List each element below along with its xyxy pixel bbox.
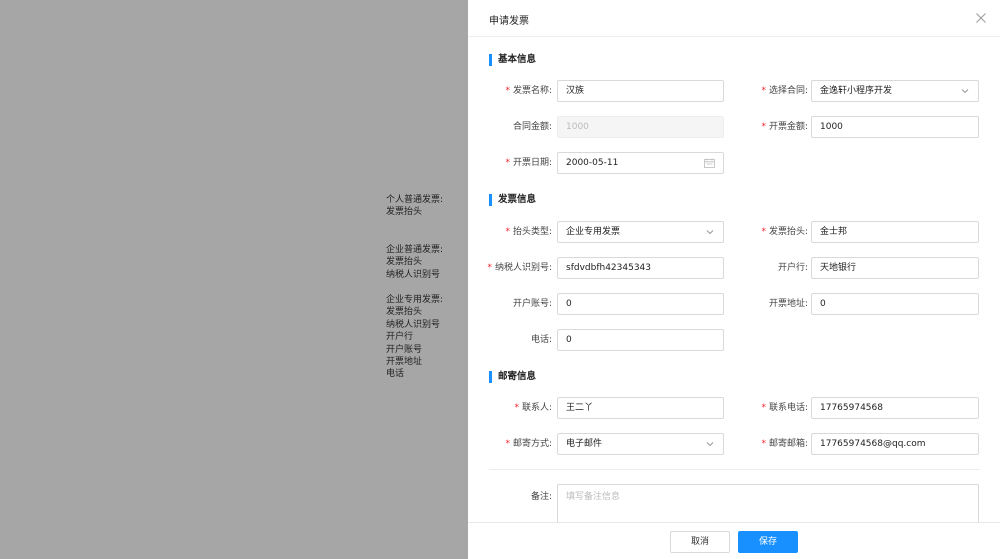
invoice-amount-input[interactable]: 1000 — [811, 116, 979, 138]
hint-line: 开户行 — [386, 332, 414, 343]
label-text: 选择合同: — [768, 86, 808, 96]
phone-label: 电话: — [530, 335, 552, 345]
close-button[interactable] — [974, 11, 988, 25]
required-mark: * — [505, 227, 510, 237]
contact-input[interactable]: 王二丫 — [557, 397, 724, 419]
save-button[interactable]: 保存 — [738, 531, 798, 553]
header-type-select[interactable]: 企业专用发票 — [557, 221, 724, 243]
chevron-down-icon — [960, 81, 970, 101]
hint-line: 电话 — [386, 369, 405, 380]
contact-phone-input[interactable]: 17765974568 — [811, 397, 979, 419]
required-mark: * — [761, 86, 766, 96]
hint-line: 企业专用发票: — [386, 295, 444, 305]
required-mark: * — [514, 403, 519, 413]
invoice-header-input[interactable]: 金士邦 — [811, 221, 979, 243]
mail-method-select[interactable]: 电子邮件 — [557, 433, 724, 455]
required-mark: * — [761, 227, 766, 237]
label-text: 开票日期: — [512, 158, 552, 168]
hint-line: 开户账号 — [386, 344, 423, 355]
drawer-header: 申请发票 — [468, 0, 1000, 37]
required-mark: * — [505, 158, 510, 168]
invoice-address-label: 开票地址: — [768, 299, 808, 309]
apply-invoice-drawer: 申请发票 基本信息 * 发票名称: 汉族 * 选择合同: 金逸轩小程序开发 合同金额… — [468, 0, 1000, 559]
mail-email-input[interactable]: 17765974568@qq.com — [811, 433, 979, 455]
hint-line: 发票抬头 — [386, 257, 423, 268]
required-mark: * — [761, 403, 766, 413]
tax-id-label: * 纳税人识别号: — [468, 257, 552, 279]
invoice-address-input[interactable]: 0 — [811, 293, 979, 315]
remark-textarea[interactable]: 填写备注信息 — [557, 484, 979, 524]
drawer-footer: 取消 保存 — [468, 522, 1000, 559]
mail-method-value: 电子邮件 — [566, 439, 603, 449]
label-text: 纳税人识别号: — [494, 263, 552, 273]
hint-line: 企业普通发票: — [386, 245, 444, 255]
contract-select[interactable]: 金逸轩小程序开发 — [811, 80, 979, 102]
hint-company-normal-invoice: 企业普通发票: 发票抬头 纳税人识别号 — [386, 244, 443, 281]
mail-email-label: * 邮寄邮箱: — [725, 433, 808, 455]
hint-line: 纳税人识别号 — [386, 319, 441, 330]
invoice-date-label: * 开票日期: — [468, 152, 552, 174]
label-text: 联系电话: — [768, 403, 808, 413]
invoice-header-label: * 发票抬头: — [725, 221, 808, 243]
contact-label: * 联系人: — [468, 397, 552, 419]
invoice-name-input[interactable]: 汉族 — [557, 80, 724, 102]
required-mark: * — [761, 122, 766, 132]
account-input[interactable]: 0 — [557, 293, 724, 315]
account-label: 开户账号: — [512, 299, 552, 309]
contract-label: * 选择合同: — [725, 80, 808, 102]
label-text: 发票名称: — [512, 86, 552, 96]
tax-id-input[interactable]: sfdvdbfh42345343 — [557, 257, 724, 279]
bank-label: 开户行: — [777, 263, 808, 273]
contract-amount-label: 合同金额: — [512, 122, 552, 132]
invoice-amount-label: * 开票金额: — [725, 116, 808, 138]
chevron-down-icon — [705, 222, 715, 242]
section-title-invoice: 发票信息 — [489, 194, 536, 206]
hint-personal-invoice: 个人普通发票: 发票抬头 — [386, 194, 443, 219]
chevron-down-icon — [705, 434, 715, 454]
label-text: 发票抬头: — [768, 227, 808, 237]
invoice-date-value: 2000-05-11 — [566, 158, 619, 168]
hint-line: 开票地址 — [386, 357, 423, 368]
required-mark: * — [761, 439, 766, 449]
bank-input[interactable]: 天地银行 — [811, 257, 979, 279]
hint-line: 个人普通发票: — [386, 195, 444, 205]
required-mark: * — [505, 86, 510, 96]
section-title-mail: 邮寄信息 — [489, 371, 536, 383]
section-title-basic: 基本信息 — [489, 54, 536, 66]
close-icon — [976, 13, 986, 23]
hint-line: 发票抬头 — [386, 207, 423, 218]
required-mark: * — [487, 263, 492, 273]
cancel-button[interactable]: 取消 — [670, 531, 730, 553]
calendar-icon — [704, 153, 715, 173]
mail-method-label: * 邮寄方式: — [468, 433, 552, 455]
header-type-value: 企业专用发票 — [566, 227, 621, 237]
phone-input[interactable]: 0 — [557, 329, 724, 351]
required-mark: * — [505, 439, 510, 449]
invoice-date-picker[interactable]: 2000-05-11 — [557, 152, 724, 174]
contract-select-value: 金逸轩小程序开发 — [820, 86, 893, 96]
form-divider — [489, 469, 980, 470]
label-text: 抬头类型: — [512, 227, 552, 237]
hint-line: 发票抬头 — [386, 307, 423, 318]
label-text: 联系人: — [521, 403, 552, 413]
hint-line: 纳税人识别号 — [386, 269, 441, 280]
contract-amount-input: 1000 — [557, 116, 724, 138]
hint-company-special-invoice: 企业专用发票: 发票抬头 纳税人识别号 开户行 开户账号 开票地址 电话 — [386, 294, 443, 381]
invoice-name-label: * 发票名称: — [468, 80, 552, 102]
label-text: 邮寄方式: — [512, 439, 552, 449]
drawer-title: 申请发票 — [489, 16, 529, 27]
remark-label: 备注: — [530, 492, 552, 502]
contact-phone-label: * 联系电话: — [725, 397, 808, 419]
header-type-label: * 抬头类型: — [468, 221, 552, 243]
label-text: 邮寄邮箱: — [768, 439, 808, 449]
label-text: 开票金额: — [768, 122, 808, 132]
